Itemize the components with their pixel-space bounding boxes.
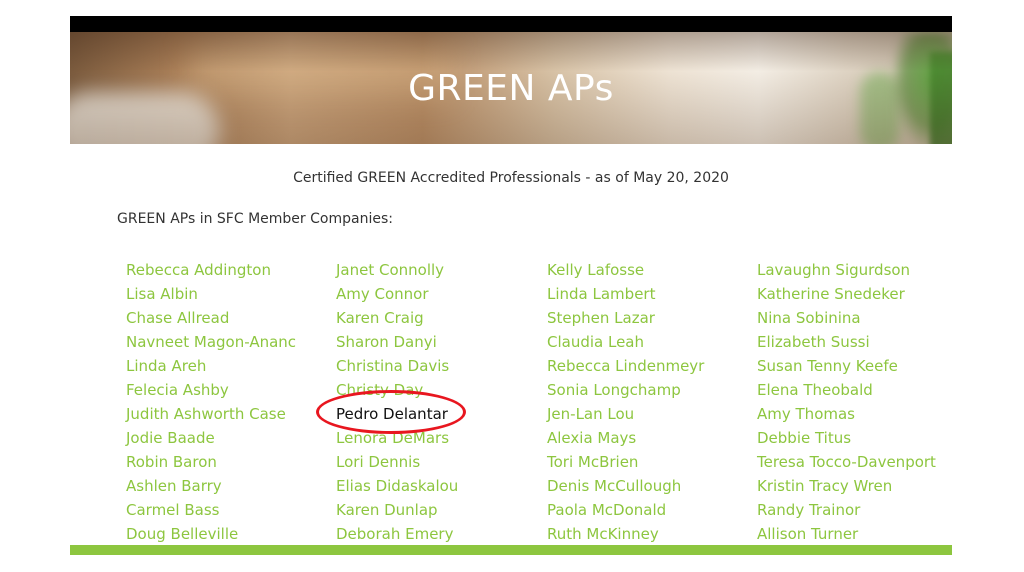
name-link[interactable]: Randy Trainor <box>757 502 936 526</box>
name-link[interactable]: Amy Connor <box>336 286 458 310</box>
name-link[interactable]: Rebecca Lindenmeyr <box>547 358 704 382</box>
name-link[interactable]: Navneet Magon-Ananc <box>126 334 296 358</box>
name-link[interactable]: Elizabeth Sussi <box>757 334 936 358</box>
name-link[interactable]: Carmel Bass <box>126 502 296 526</box>
name-link[interactable]: Karen Dunlap <box>336 502 458 526</box>
name-link[interactable]: Sharon Danyi <box>336 334 458 358</box>
name-link[interactable]: Elena Theobald <box>757 382 936 406</box>
name-link[interactable]: Linda Lambert <box>547 286 704 310</box>
name-link[interactable]: Amy Thomas <box>757 406 936 430</box>
name-link[interactable]: Felecia Ashby <box>126 382 296 406</box>
name-link[interactable]: Katherine Snedeker <box>757 286 936 310</box>
name-link[interactable]: Kristin Tracy Wren <box>757 478 936 502</box>
name-link[interactable]: Rebecca Addington <box>126 262 296 286</box>
name-link[interactable]: Sonia Longchamp <box>547 382 704 406</box>
section-heading: GREEN APs in SFC Member Companies: <box>117 211 393 227</box>
page-title: GREEN APs <box>408 68 614 109</box>
name-link[interactable]: Robin Baron <box>126 454 296 478</box>
name-link[interactable]: Christina Davis <box>336 358 458 382</box>
names-column-1: Rebecca Addington Lisa Albin Chase Allre… <box>126 262 296 550</box>
name-link[interactable]: Claudia Leah <box>547 334 704 358</box>
subtitle: Certified GREEN Accredited Professionals… <box>293 170 729 186</box>
name-link[interactable]: Judith Ashworth Case <box>126 406 296 430</box>
name-link[interactable]: Susan Tenny Keefe <box>757 358 936 382</box>
name-link[interactable]: Denis McCullough <box>547 478 704 502</box>
name-link[interactable]: Jen-Lan Lou <box>547 406 704 430</box>
name-link[interactable]: Elias Didaskalou <box>336 478 458 502</box>
name-link[interactable]: Tori McBrien <box>547 454 704 478</box>
top-black-bar <box>70 16 952 32</box>
names-column-4: Lavaughn Sigurdson Katherine Snedeker Ni… <box>757 262 936 550</box>
name-link[interactable]: Jodie Baade <box>126 430 296 454</box>
name-link[interactable]: Lavaughn Sigurdson <box>757 262 936 286</box>
name-link[interactable]: Paola McDonald <box>547 502 704 526</box>
name-link[interactable]: Nina Sobinina <box>757 310 936 334</box>
name-link[interactable]: Alexia Mays <box>547 430 704 454</box>
highlight-circle <box>316 390 466 434</box>
name-link[interactable]: Lisa Albin <box>126 286 296 310</box>
name-link[interactable]: Kelly Lafosse <box>547 262 704 286</box>
name-link[interactable]: Linda Areh <box>126 358 296 382</box>
names-column-3: Kelly Lafosse Linda Lambert Stephen Laza… <box>547 262 704 550</box>
bottom-green-bar <box>70 545 952 555</box>
header-banner: GREEN APs <box>70 32 952 144</box>
name-link[interactable]: Chase Allread <box>126 310 296 334</box>
name-link[interactable]: Karen Craig <box>336 310 458 334</box>
name-link[interactable]: Lori Dennis <box>336 454 458 478</box>
name-link[interactable]: Stephen Lazar <box>547 310 704 334</box>
name-link[interactable]: Ashlen Barry <box>126 478 296 502</box>
name-link[interactable]: Debbie Titus <box>757 430 936 454</box>
name-link[interactable]: Teresa Tocco-Davenport <box>757 454 936 478</box>
name-link[interactable]: Janet Connolly <box>336 262 458 286</box>
